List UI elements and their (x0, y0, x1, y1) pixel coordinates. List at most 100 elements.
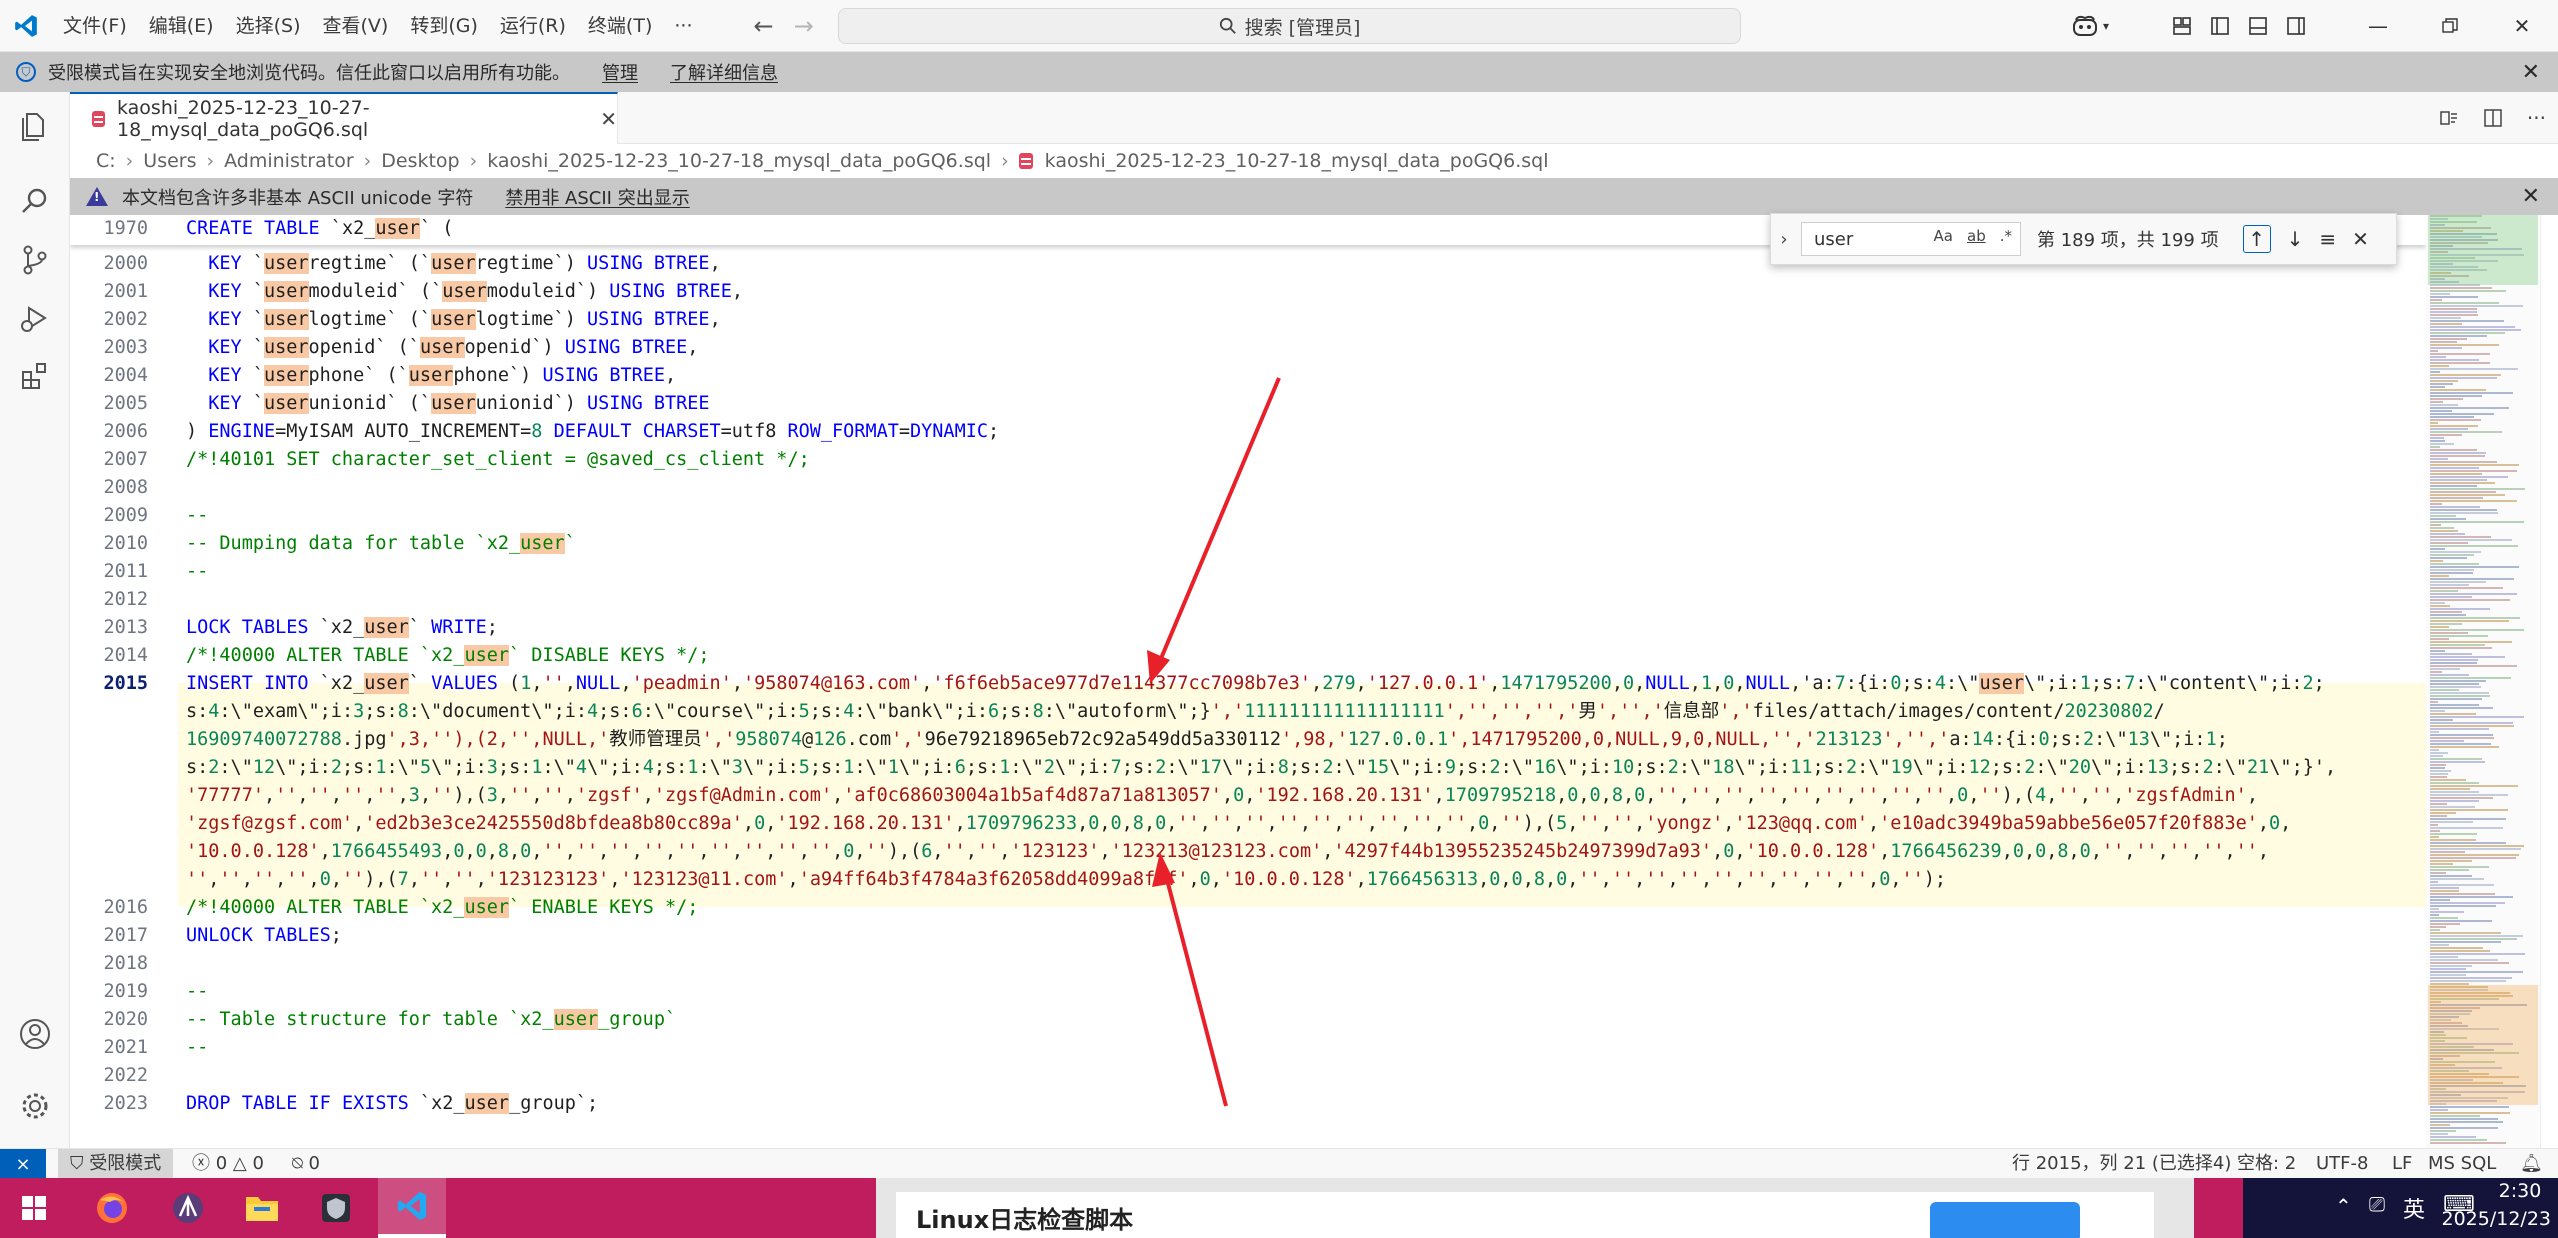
windows-start-icon[interactable] (0, 1178, 68, 1238)
toggle-secondary-sidebar-icon[interactable] (2286, 16, 2306, 36)
tab-sql-file[interactable]: kaoshi_2025-12-23_10-27-18_mysql_data_po… (70, 92, 618, 144)
manage-link[interactable]: 管理 (602, 59, 638, 85)
menu-file[interactable]: 文件(F) (52, 8, 138, 44)
gear-icon[interactable] (17, 1088, 53, 1124)
chevron-down-icon[interactable]: ▾ (2103, 19, 2109, 33)
forward-arrow-icon[interactable]: → (794, 12, 814, 40)
line-number: 2023 (103, 1093, 148, 1114)
next-match-icon[interactable]: ↓ (2287, 227, 2304, 251)
clock-time[interactable]: 2:30 (2489, 1180, 2551, 1202)
minimap[interactable] (2426, 215, 2540, 1148)
window-preview[interactable]: Linux日志检查脚本 (876, 1178, 2194, 1238)
clock-date[interactable]: 2025/12/23 (2439, 1208, 2551, 1230)
remote-indicator-icon[interactable]: ⨯ (0, 1149, 46, 1179)
close-icon[interactable]: ✕ (2352, 227, 2369, 251)
antenna-icon: ⍉ (292, 1153, 309, 1174)
find-in-selection-icon[interactable]: ≡ (2319, 227, 2336, 251)
find-input[interactable]: user Aa ab .* (1801, 222, 2021, 256)
code-line: s:2:\"12\";i:2;s:1:\"5\";i:3;s:1:\"4\";i… (70, 754, 2426, 782)
breadcrumb-file[interactable]: kaoshi_2025-12-23_10-27-18_mysql_data_po… (487, 150, 991, 172)
disable-highlight-link[interactable]: 禁用非 ASCII 突出显示 (505, 184, 689, 210)
match-case-icon[interactable]: Aa (1934, 227, 1953, 245)
line-ending[interactable]: LF (2392, 1149, 2412, 1179)
menu-terminal[interactable]: 终端(T) (577, 8, 663, 44)
more-actions-icon[interactable]: ··· (2527, 106, 2546, 130)
breadcrumb-users[interactable]: Users (143, 150, 196, 172)
indentation[interactable]: 空格: 2 (2237, 1149, 2296, 1179)
back-arrow-icon[interactable]: ← (753, 12, 773, 40)
code-text: '77777','','','','',3,''),(3,'','','zgsf… (186, 785, 2258, 806)
firefox-icon[interactable] (78, 1178, 146, 1238)
restricted-mode-status[interactable]: ⛉ 受限模式 (58, 1149, 174, 1179)
line-number: 2002 (103, 309, 148, 330)
run-debug-icon[interactable] (17, 300, 53, 336)
shield-icon: ⛉ (16, 62, 36, 82)
code-text: KEY `userunionid` (`userunionid`) USING … (208, 393, 710, 414)
editor-actions: ··· (2439, 92, 2546, 144)
security-app-icon[interactable] (302, 1178, 370, 1238)
code-line: 2009 -- (70, 502, 2426, 530)
breadcrumb-administrator[interactable]: Administrator (224, 150, 354, 172)
customize-layout-icon[interactable] (2172, 16, 2192, 36)
menu-more[interactable]: ··· (663, 8, 703, 44)
database-file-icon (92, 111, 105, 127)
close-icon[interactable]: ✕ (2522, 60, 2540, 85)
line-number: 1970 (103, 218, 148, 239)
preview-button[interactable] (1930, 1202, 2080, 1238)
error-count: 0 (215, 1153, 228, 1174)
warning-count: 0 (252, 1153, 264, 1174)
code-line: 'zgsf@zgsf.com','ed2b3e3ce2425550d8bfdea… (70, 810, 2426, 838)
use-regex-icon[interactable]: .* (2000, 227, 2012, 245)
find-widget: › user Aa ab .* 第 189 项，共 199 项 ↑ ↓ ≡ ✕ (1770, 213, 2397, 265)
close-icon[interactable]: ✕ (2522, 184, 2540, 209)
learn-more-link[interactable]: 了解详细信息 (670, 59, 778, 85)
close-window-button[interactable]: ✕ (2486, 0, 2558, 52)
match-whole-word-icon[interactable]: ab (1967, 227, 1986, 245)
toggle-panel-icon[interactable] (2248, 16, 2268, 36)
split-editor-icon[interactable] (2483, 108, 2503, 128)
encoding[interactable]: UTF-8 (2316, 1149, 2368, 1179)
line-number: 2018 (103, 953, 148, 974)
file-explorer-icon[interactable] (228, 1178, 296, 1238)
menu-run[interactable]: 运行(R) (489, 8, 577, 44)
breadcrumb-symbol[interactable]: kaoshi_2025-12-23_10-27-18_mysql_data_po… (1045, 150, 1549, 172)
code-editor[interactable]: 1970 CREATE TABLE `x2_user` (2000 KEY `us… (70, 215, 2426, 1148)
code-text: -- (186, 1037, 209, 1058)
toggle-replace-icon[interactable]: › (1771, 229, 1797, 250)
close-icon[interactable]: ✕ (600, 107, 617, 131)
menu-go[interactable]: 转到(G) (399, 8, 489, 44)
restore-button[interactable] (2414, 0, 2486, 52)
extensions-icon[interactable] (17, 358, 53, 394)
copilot-icon[interactable]: ▾ (2060, 15, 2120, 37)
vscode-taskbar-icon[interactable] (378, 1178, 446, 1238)
ime-indicator[interactable]: 英 (2403, 1192, 2425, 1224)
code-line: 2021 -- (70, 1034, 2426, 1062)
menu-edit[interactable]: 编辑(E) (138, 8, 225, 44)
line-number: 2007 (103, 449, 148, 470)
ports-status[interactable]: ⍉ 0 (292, 1149, 320, 1179)
language-mode[interactable]: MS SQL (2428, 1149, 2496, 1179)
chevron-up-icon[interactable]: ⌃ (2335, 1194, 2352, 1218)
vertical-scrollbar[interactable] (2540, 215, 2558, 1148)
cursor-position[interactable]: 行 2015，列 21 (已选择4) (2012, 1149, 2231, 1179)
unicode-warning-text: 本文档包含许多非基本 ASCII unicode 字符 (122, 187, 474, 209)
explorer-icon[interactable] (17, 108, 53, 144)
minimize-button[interactable]: — (2342, 0, 2414, 52)
code-text: LOCK TABLES `x2_user` WRITE; (186, 617, 498, 638)
network-icon[interactable]: ⎚ (2369, 1192, 2385, 1216)
menu-view[interactable]: 查看(V) (312, 8, 400, 44)
app-purple-icon[interactable] (154, 1178, 222, 1238)
problems-status[interactable]: ⓧ 0 △ 0 (192, 1149, 264, 1179)
previous-match-icon[interactable]: ↑ (2242, 225, 2271, 253)
breadcrumb-drive[interactable]: C: (96, 150, 116, 172)
menu-selection[interactable]: 选择(S) (225, 8, 312, 44)
source-control-icon[interactable] (17, 242, 53, 278)
notifications-bell-icon[interactable]: 🔔︎ (2520, 1149, 2543, 1179)
breadcrumb-desktop[interactable]: Desktop (381, 150, 459, 172)
toggle-primary-sidebar-icon[interactable] (2210, 16, 2230, 36)
command-center-search[interactable]: 搜索 [管理员] (838, 8, 1741, 44)
open-changes-icon[interactable] (2439, 108, 2459, 128)
search-icon[interactable] (17, 184, 53, 220)
account-icon[interactable] (17, 1016, 53, 1052)
line-number: 2010 (103, 533, 148, 554)
